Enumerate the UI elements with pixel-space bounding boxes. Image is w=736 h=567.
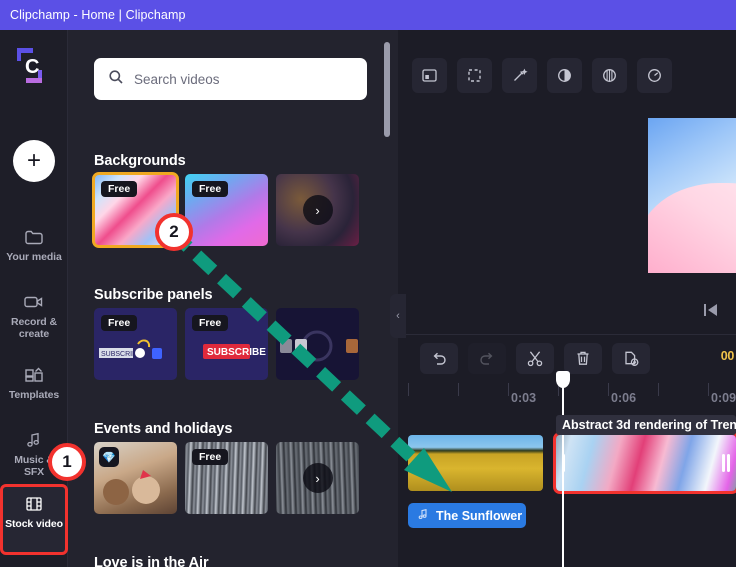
stock-thumbnail-more[interactable]: › <box>276 174 359 246</box>
clipchamp-logo-icon: C <box>14 46 56 86</box>
callout-badge-2: 2 <box>155 213 193 251</box>
clip-name-tooltip: Abstract 3d rendering of Trendy <box>556 415 736 435</box>
preview-gradient-blob <box>648 183 736 273</box>
timeline-tracks: Abstract 3d rendering of Trendy The Sunf… <box>398 411 736 567</box>
film-strip-icon <box>22 493 46 515</box>
svg-text:C: C <box>25 56 39 78</box>
see-more-icon[interactable]: › <box>302 463 333 493</box>
stock-thumbnail[interactable]: 💎 <box>94 442 177 514</box>
sidebar-item-stock-video[interactable]: Stock video <box>0 484 68 555</box>
create-new-video-button[interactable]: + <box>13 140 55 182</box>
delete-button[interactable] <box>564 343 602 374</box>
timeline-ruler[interactable]: 0:03 0:06 0:09 <box>398 383 736 411</box>
table-row[interactable] <box>553 432 736 494</box>
layout-icon[interactable] <box>412 58 447 93</box>
collapse-panel-button[interactable]: ‹ <box>390 294 406 338</box>
window-title-bar: Clipchamp - Home | Clipchamp <box>0 0 736 30</box>
search-input[interactable] <box>134 71 353 87</box>
ruler-label: 0:06 <box>611 391 637 405</box>
ruler-label: 0:03 <box>511 391 537 405</box>
section-title-subscribe-panels: Subscribe panels <box>94 287 213 303</box>
callout-number: 1 <box>62 452 72 471</box>
stock-thumbnail[interactable]: Free SUBSCRIBE <box>94 308 177 380</box>
step-back-icon <box>704 304 717 316</box>
free-badge: Free <box>192 181 229 197</box>
plus-icon: + <box>26 147 41 174</box>
video-preview <box>648 118 736 273</box>
section-title-events-and-holidays: Events and holidays <box>94 421 233 437</box>
audio-clip[interactable]: The Sunflower <box>408 503 526 528</box>
split-button[interactable] <box>516 343 554 374</box>
window-title: Clipchamp - Home | Clipchamp <box>10 8 186 22</box>
previous-frame-button[interactable] <box>700 300 722 320</box>
audio-clip-label: The Sunflower <box>436 508 523 523</box>
left-navigation-rail: C + Your media Record & create Templates… <box>0 30 68 567</box>
thumbnail-row-subscribe-panels: Free SUBSCRIBE Free SUBSCRIBE <box>94 308 359 380</box>
search-videos-field[interactable] <box>94 58 367 100</box>
timeline-toolbar <box>420 343 650 374</box>
templates-icon <box>22 364 46 386</box>
svg-text:SUBSCRIBE: SUBSCRIBE <box>207 347 266 358</box>
playhead-line <box>562 379 564 567</box>
table-row[interactable] <box>408 435 543 491</box>
magic-wand-icon[interactable] <box>502 58 537 93</box>
timeline-panel: 00 0:03 0:06 0:09 Abstract 3d rendering … <box>398 334 736 567</box>
redo-button[interactable] <box>468 343 506 374</box>
duplicate-button[interactable] <box>612 343 650 374</box>
crop-icon[interactable] <box>457 58 492 93</box>
timeline-timecode: 00 <box>720 349 735 363</box>
music-note-icon <box>22 429 46 451</box>
ruler-label: 0:09 <box>711 391 736 405</box>
contrast-icon[interactable] <box>547 58 582 93</box>
thumbnail-row-events-and-holidays: 💎 Free › <box>94 442 359 514</box>
speed-icon[interactable] <box>637 58 672 93</box>
sidebar-item-label: Your media <box>6 251 62 263</box>
sidebar-item-your-media[interactable]: Your media <box>3 220 65 270</box>
stock-thumbnail[interactable]: Free SUBSCRIBE <box>185 308 268 380</box>
library-scrollbar-thumb[interactable] <box>384 42 390 137</box>
see-more-icon[interactable]: › <box>302 195 333 225</box>
playhead-knob[interactable] <box>556 371 570 388</box>
music-note-icon <box>417 508 429 523</box>
stock-thumbnail[interactable]: Free <box>185 174 268 246</box>
filters-icon[interactable] <box>592 58 627 93</box>
section-title-love-is-in-the-air: Love is in the Air <box>94 555 209 567</box>
sidebar-item-label: Stock video <box>5 518 63 530</box>
callout-badge-1: 1 <box>48 443 86 481</box>
free-badge: Free <box>192 449 229 465</box>
clipchamp-window: Clipchamp - Home | Clipchamp C + Your me… <box>0 0 736 567</box>
folder-icon <box>22 226 46 248</box>
sidebar-item-label: Record & create <box>11 316 57 340</box>
stock-thumbnail[interactable] <box>276 308 359 380</box>
sidebar-item-templates[interactable]: Templates <box>3 358 65 408</box>
callout-number: 2 <box>169 222 179 241</box>
stock-thumbnail-more[interactable]: › <box>276 442 359 514</box>
chevron-left-icon: ‹ <box>396 310 400 322</box>
stock-video-library-panel: Backgrounds Free Free › Subscribe panels… <box>68 30 398 567</box>
stock-thumbnail[interactable]: Free <box>185 442 268 514</box>
search-icon <box>108 69 124 90</box>
sidebar-item-record-and-create[interactable]: Record & create <box>3 285 65 346</box>
section-title-backgrounds: Backgrounds <box>94 153 186 169</box>
sidebar-item-label: Templates <box>8 389 60 401</box>
video-camera-icon <box>22 291 46 313</box>
free-badge: Free <box>101 181 138 197</box>
thumbnail-row-backgrounds: Free Free › <box>92 172 359 248</box>
undo-button[interactable] <box>420 343 458 374</box>
library-scrollbar[interactable] <box>384 38 390 541</box>
clip-property-toolbar <box>412 58 672 93</box>
